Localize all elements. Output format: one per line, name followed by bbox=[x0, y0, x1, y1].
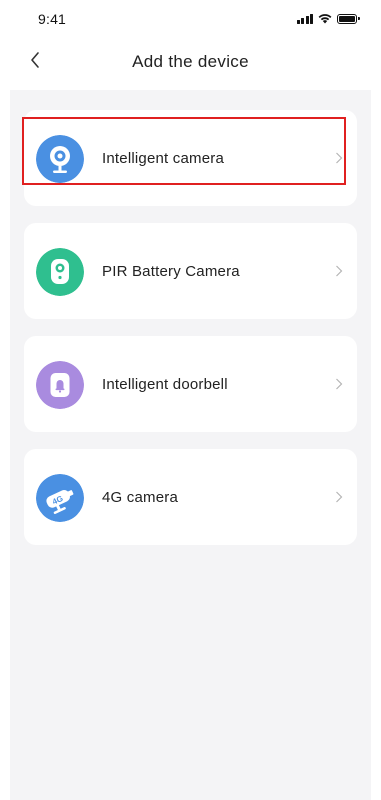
status-time: 9:41 bbox=[38, 11, 67, 27]
camera-icon bbox=[36, 135, 84, 183]
battery-camera-icon bbox=[36, 248, 84, 296]
chevron-right-icon bbox=[336, 491, 343, 503]
battery-icon bbox=[337, 13, 360, 24]
device-item-4g-camera[interactable]: 4G 4G camera bbox=[24, 449, 357, 545]
device-list: Intelligent camera PIR Battery Camera In… bbox=[10, 90, 371, 800]
4g-camera-icon: 4G bbox=[36, 474, 84, 522]
device-label: 4G camera bbox=[102, 489, 178, 506]
chevron-right-icon bbox=[336, 152, 343, 164]
status-icons bbox=[296, 13, 360, 24]
chevron-right-icon bbox=[336, 265, 343, 277]
wifi-icon bbox=[318, 14, 332, 24]
status-bar: 9:41 bbox=[0, 0, 381, 36]
page-title: Add the device bbox=[132, 52, 249, 71]
chevron-right-icon bbox=[336, 378, 343, 390]
device-label: Intelligent camera bbox=[102, 150, 224, 167]
device-item-intelligent-camera[interactable]: Intelligent camera bbox=[24, 110, 357, 206]
signal-icon bbox=[296, 13, 313, 24]
device-label: PIR Battery Camera bbox=[102, 263, 240, 280]
device-item-intelligent-doorbell[interactable]: Intelligent doorbell bbox=[24, 336, 357, 432]
nav-bar: Add the device bbox=[0, 36, 381, 86]
doorbell-icon bbox=[36, 361, 84, 409]
device-label: Intelligent doorbell bbox=[102, 376, 228, 393]
device-item-pir-battery-camera[interactable]: PIR Battery Camera bbox=[24, 223, 357, 319]
